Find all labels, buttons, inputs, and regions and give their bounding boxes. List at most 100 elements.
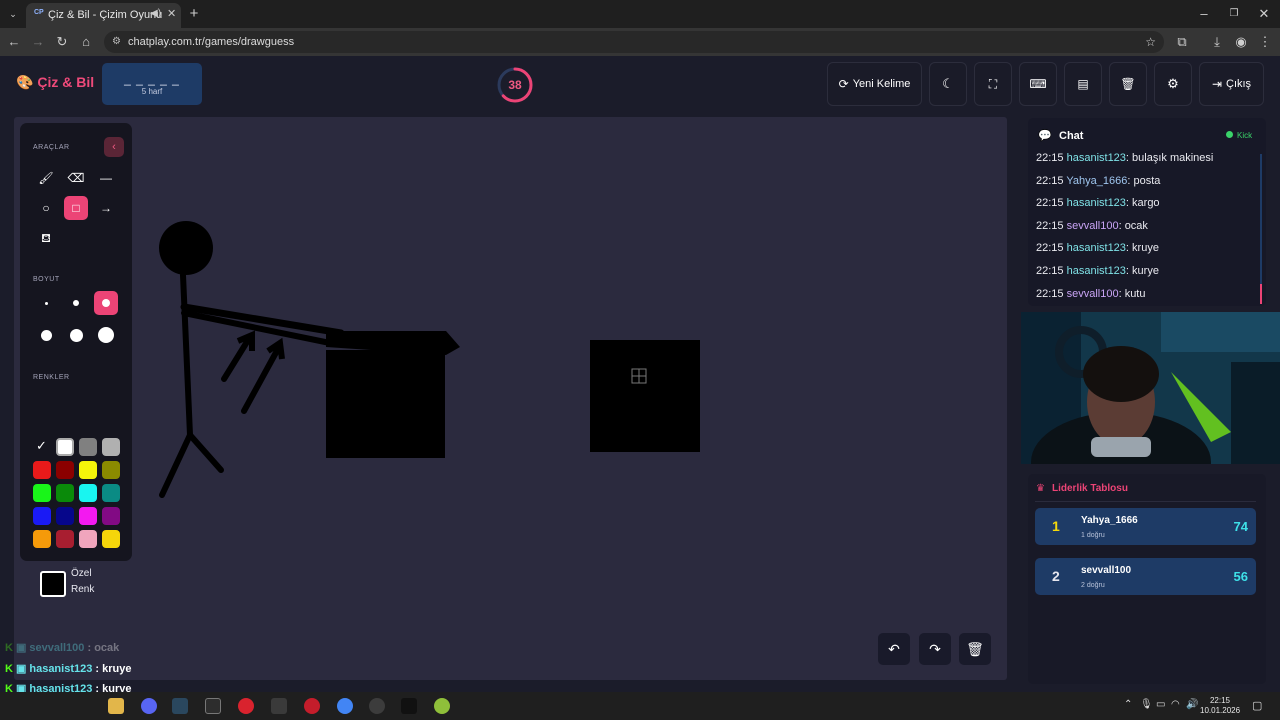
tab-search-icon[interactable]: ⌄ [5,6,21,22]
download-icon[interactable]: ⤓ [1209,34,1225,50]
size-3-button[interactable] [94,291,118,315]
color-swatch[interactable] [102,507,120,525]
color-swatch[interactable] [33,530,51,548]
terminal-icon[interactable] [401,698,417,714]
keyboard-button[interactable]: ⌨ [1019,62,1057,106]
close-window-icon[interactable]: ✕ [1256,6,1272,22]
undo-button[interactable]: ↶ [878,633,910,665]
overlay-user: sevvall100 [29,642,85,654]
file-explorer-icon[interactable] [108,698,124,714]
menu-icon[interactable]: ⋮ [1257,34,1273,50]
app-green-icon[interactable] [434,698,450,714]
new-word-button[interactable]: ⟳ Yeni Kelime [827,62,922,106]
overlay-text: : ocak [84,642,120,654]
collapse-panel-button[interactable]: ‹ [104,137,124,157]
fullscreen-button[interactable]: ⛶ [974,62,1012,106]
tab-audio-icon[interactable]: ◀) [150,8,161,19]
size-1-button[interactable] [34,291,58,315]
monitor-icon[interactable]: ▭ [1156,699,1165,710]
color-swatch[interactable] [33,461,51,479]
new-tab-icon[interactable]: + [186,6,202,22]
settings-button[interactable]: ⚙ [1154,62,1192,106]
size-5-button[interactable] [64,323,88,347]
chat-scroll-thumb[interactable] [1260,284,1262,304]
color-swatch[interactable] [56,438,74,456]
circle-tool[interactable]: ○ [34,196,58,220]
bookmark-star-icon[interactable]: ☆ [1145,31,1156,53]
discord-icon[interactable] [141,698,157,714]
color-swatch[interactable] [102,461,120,479]
volume-icon[interactable]: 🔊 [1186,699,1198,710]
color-swatch[interactable] [79,438,97,456]
clear-canvas-button[interactable]: 🗑 [959,633,991,665]
tray-chevron-icon[interactable]: ⌃ [1124,699,1132,710]
line-icon: — [100,171,112,185]
color-swatch[interactable] [102,438,120,456]
message-user: sevvall100 [1066,287,1119,300]
brush-tool[interactable]: 🖌 [34,166,58,190]
color-swatch[interactable] [79,461,97,479]
chrome-icon[interactable] [337,698,353,714]
dark-mode-button[interactable]: ☾ [929,62,967,106]
taskbar-clock[interactable]: 22:15 10.01.2026 [1200,696,1240,716]
app-logo: 🎨 Çiz & Bil [16,74,94,91]
message-time: 22:15 [1036,219,1064,232]
drawing-canvas[interactable]: ↶ ↷ 🗑 [14,117,1007,680]
message-text: : posta [1127,174,1161,187]
leaderboard-panel: ♛ Liderlik Tablosu 1 Yahya_1666 1 doğru 74 2… [1028,474,1266,684]
clear-chat-button[interactable]: 🗑 [1109,62,1147,106]
color-swatch[interactable] [56,507,74,525]
chat-message: 22:15 hasanist123: kurye [1036,265,1159,277]
line-tool[interactable]: — [94,166,118,190]
size-6-button[interactable] [94,323,118,347]
restore-icon[interactable]: ❐ [1226,6,1242,22]
size-2-button[interactable] [64,291,88,315]
microphone-icon[interactable]: 🎙 [1140,699,1153,710]
eraser-tool[interactable]: ⌫ [64,166,88,190]
color-swatch[interactable] [56,484,74,502]
app-red-icon[interactable] [238,698,254,714]
color-swatch[interactable] [79,507,97,525]
epic-games-icon[interactable] [205,698,221,714]
redo-button[interactable]: ↷ [919,633,951,665]
color-swatch[interactable] [79,484,97,502]
opera-gx-icon[interactable] [304,698,320,714]
color-swatch[interactable]: ✓ [33,438,51,456]
exit-button[interactable]: ⇥ Çıkış [1199,62,1264,106]
obs-icon[interactable] [369,698,385,714]
color-swatch[interactable] [79,530,97,548]
chat-title: Chat [1059,130,1084,142]
extensions-icon[interactable]: ⧉ [1174,34,1190,50]
home-icon[interactable]: ⌂ [78,34,94,50]
notification-icon[interactable]: ▢ [1252,699,1262,712]
back-icon[interactable]: ← [6,34,22,50]
forward-icon[interactable]: → [30,34,46,50]
color-swatch[interactable] [102,484,120,502]
message-text: : kargo [1125,197,1160,210]
url-field[interactable]: ⚙ chatplay.com.tr/games/drawguess ☆ [104,31,1164,53]
site-info-icon[interactable]: ⚙ [112,31,121,53]
chat-scrollbar[interactable] [1260,154,1262,304]
profile-icon[interactable]: ◉ [1233,34,1249,50]
color-swatch[interactable] [33,484,51,502]
network-icon[interactable]: ◠ [1171,699,1180,710]
game-app: 🎨 Çiz & Bil _ _ _ _ _ 5 harf 38 ⟳ Yeni K… [0,56,1280,692]
unity-icon[interactable] [271,698,287,714]
fill-tool[interactable]: ⛾ [34,227,58,251]
steam-icon[interactable] [172,698,188,714]
rectangle-tool[interactable]: □ [64,196,88,220]
custom-color-preview[interactable] [40,571,66,597]
reload-icon[interactable]: ↻ [54,34,70,50]
browser-tab[interactable]: CP Çiz & Bil - Çizim Oyunu ◀) ✕ [26,3,181,28]
round-timer: 38 [496,66,534,104]
message-time: 22:15 [1036,287,1064,300]
tab-close-icon[interactable]: ✕ [167,7,176,20]
color-swatch[interactable] [33,507,51,525]
color-swatch[interactable] [102,530,120,548]
minimize-icon[interactable]: – [1196,6,1212,22]
arrow-tool[interactable]: → [94,196,118,220]
color-swatch[interactable] [56,461,74,479]
color-swatch[interactable] [56,530,74,548]
archive-button[interactable]: ▤ [1064,62,1102,106]
size-4-button[interactable] [34,323,58,347]
